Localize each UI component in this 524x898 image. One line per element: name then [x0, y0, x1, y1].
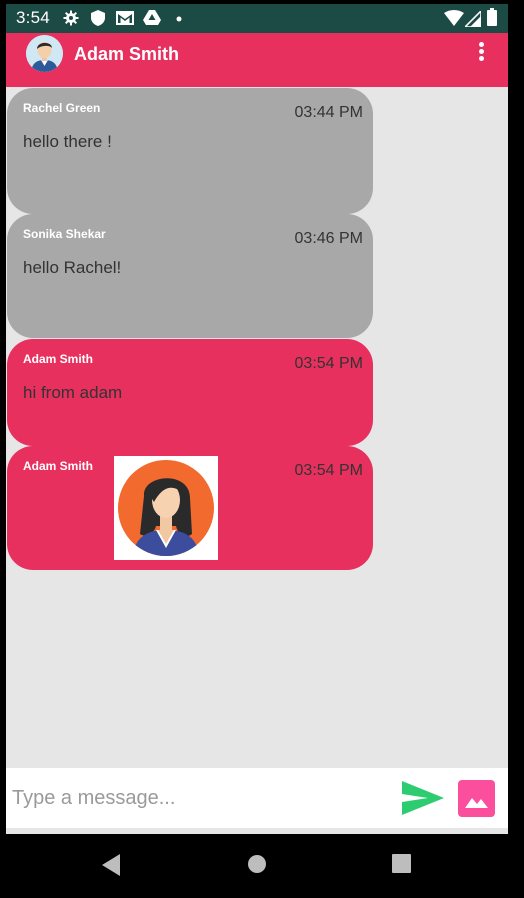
wifi-icon — [444, 10, 464, 26]
message-bubble[interactable]: Rachel Green 03:44 PM hello there ! — [7, 88, 373, 214]
message-sender: Adam Smith — [23, 352, 94, 366]
woman-avatar-image — [114, 456, 218, 560]
home-icon[interactable] — [247, 854, 267, 874]
message-sender: Adam Smith — [23, 459, 94, 473]
message-sender: Sonika Shekar — [23, 227, 106, 241]
message-bubble[interactable]: Sonika Shekar 03:46 PM hello Rachel! — [7, 214, 373, 338]
message-text: hello there ! — [23, 132, 112, 151]
battery-icon — [487, 8, 497, 26]
attach-image-button[interactable] — [458, 780, 495, 817]
recents-icon[interactable] — [392, 854, 411, 873]
man-avatar-icon — [26, 35, 63, 72]
chat-list[interactable]: Rachel Green 03:44 PM hello there ! Soni… — [6, 87, 508, 768]
status-time: 3:54 — [16, 8, 50, 27]
message-time: 03:54 PM — [294, 462, 363, 479]
send-icon[interactable] — [402, 779, 444, 817]
message-text: hi from adam — [23, 383, 123, 402]
message-sender: Rachel Green — [23, 101, 101, 115]
overflow-menu-icon[interactable] — [475, 42, 487, 66]
back-icon[interactable] — [102, 854, 122, 876]
message-input[interactable] — [12, 784, 382, 812]
image-attachment[interactable] — [114, 456, 218, 560]
message-time: 03:54 PM — [294, 355, 363, 372]
phone-screen: 3:54 Adam Smith Rachel Green 03:44 PM he… — [0, 0, 524, 898]
shield-icon — [91, 10, 105, 26]
dot-icon — [176, 16, 182, 22]
contact-avatar[interactable] — [26, 35, 63, 72]
app-bar: Adam Smith — [6, 33, 508, 87]
drive-icon — [143, 10, 161, 25]
system-nav-bar — [0, 834, 524, 898]
message-bubble[interactable]: Adam Smith 03:54 PM hi from adam — [7, 339, 373, 446]
image-icon — [465, 798, 488, 808]
message-time: 03:46 PM — [294, 230, 363, 247]
message-text: hello Rachel! — [23, 258, 122, 277]
settings-icon — [63, 10, 79, 26]
message-bubble[interactable]: Adam Smith 03:54 PM — [7, 446, 373, 570]
gmail-icon — [116, 11, 134, 25]
message-time: 03:44 PM — [294, 104, 363, 121]
signal-icon — [465, 11, 481, 27]
status-bar: 3:54 — [6, 4, 508, 33]
message-composer — [6, 768, 508, 828]
chat-title: Adam Smith — [74, 44, 180, 64]
